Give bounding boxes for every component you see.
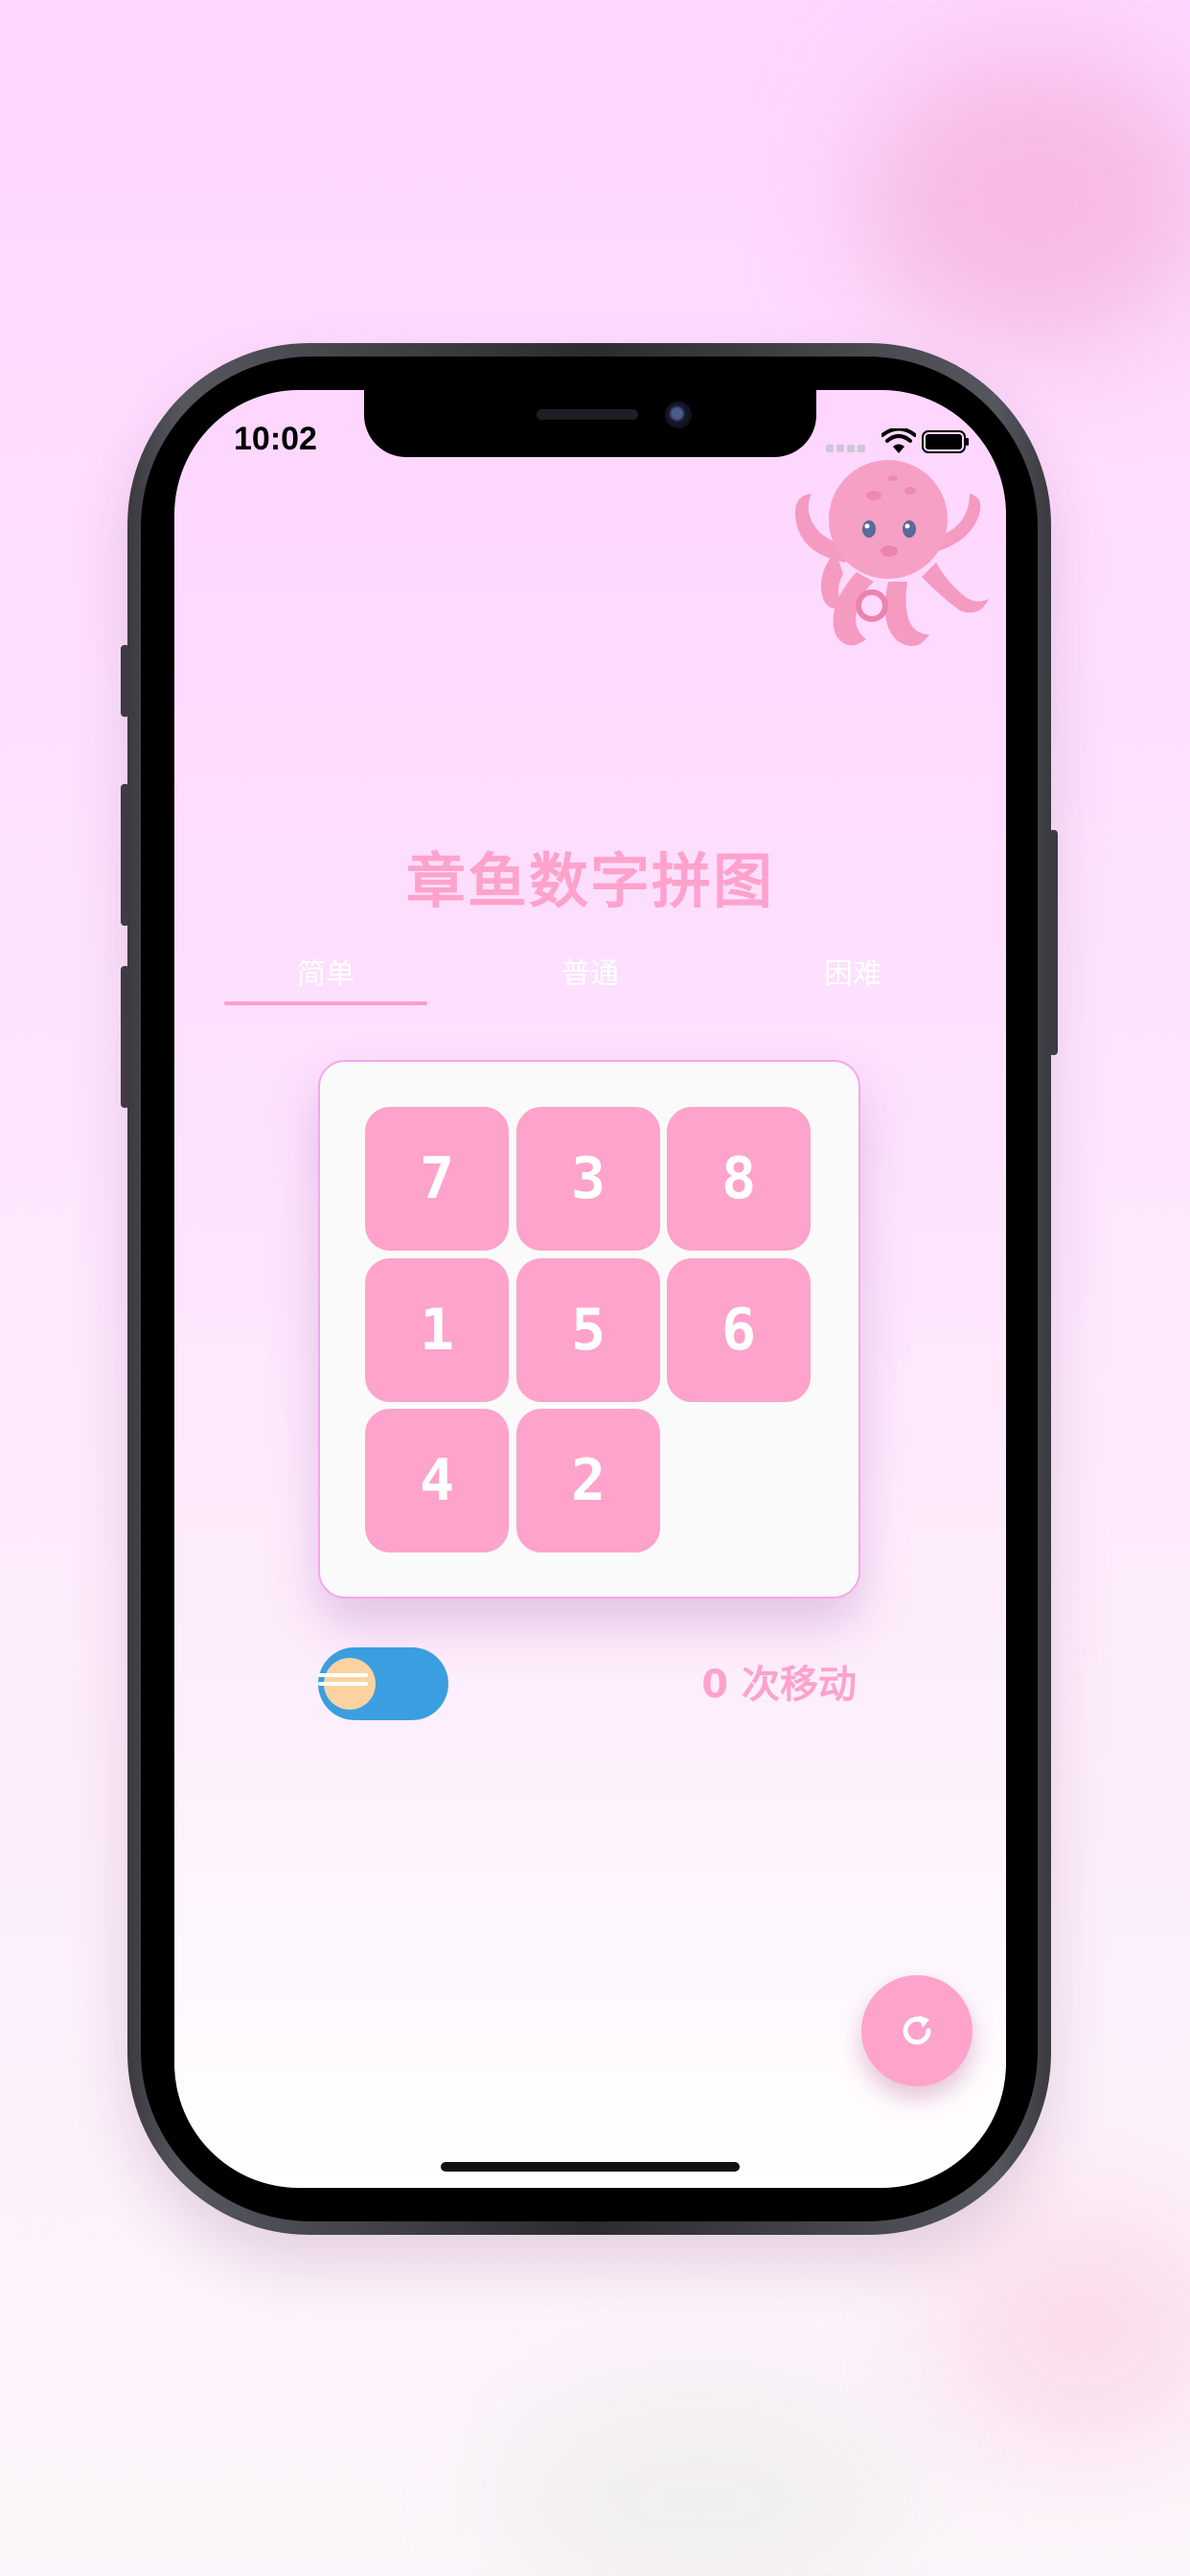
tab-hard[interactable]: 困难 <box>751 946 954 1003</box>
puzzle-tile[interactable]: 4 <box>365 1409 509 1552</box>
move-counter: 0 次移动 <box>701 1663 857 1707</box>
background-glow <box>939 2204 1190 2453</box>
tab-indicator <box>224 1001 427 1005</box>
notch <box>364 390 816 457</box>
refresh-icon <box>903 2015 931 2045</box>
puzzle-tile[interactable]: 8 <box>667 1107 811 1251</box>
octopus-illustration <box>794 460 989 647</box>
puzzle-tile[interactable]: 1 <box>365 1258 509 1402</box>
menu-icon <box>318 1673 368 1694</box>
puzzle-board: 7 3 8 1 5 6 4 2 <box>318 1060 860 1598</box>
tab-normal[interactable]: 普通 <box>489 946 692 1003</box>
puzzle-tile[interactable]: 3 <box>516 1107 660 1251</box>
puzzle-tile[interactable]: 7 <box>365 1107 509 1251</box>
background-glow <box>498 2396 901 2576</box>
home-indicator[interactable] <box>441 2162 740 2172</box>
app-screen: 10:02 章鱼数字拼图 简单 普通 困难 7 3 8 1 5 6 4 2 0 … <box>174 390 1006 2188</box>
difficulty-tabs: 简单 普通 困难 <box>224 946 1006 1013</box>
app-title: 章鱼数字拼图 <box>405 846 774 916</box>
background-glow <box>862 58 1190 345</box>
puzzle-tile[interactable]: 2 <box>516 1409 660 1552</box>
restart-button[interactable] <box>861 1975 973 2086</box>
speaker <box>537 409 638 420</box>
puzzle-tile[interactable]: 6 <box>667 1258 811 1402</box>
front-camera <box>665 402 692 428</box>
puzzle-tile[interactable]: 5 <box>516 1258 660 1402</box>
status-time: 10:02 <box>234 421 317 457</box>
tab-easy[interactable]: 简单 <box>224 946 427 1003</box>
hint-toggle[interactable] <box>318 1647 448 1720</box>
